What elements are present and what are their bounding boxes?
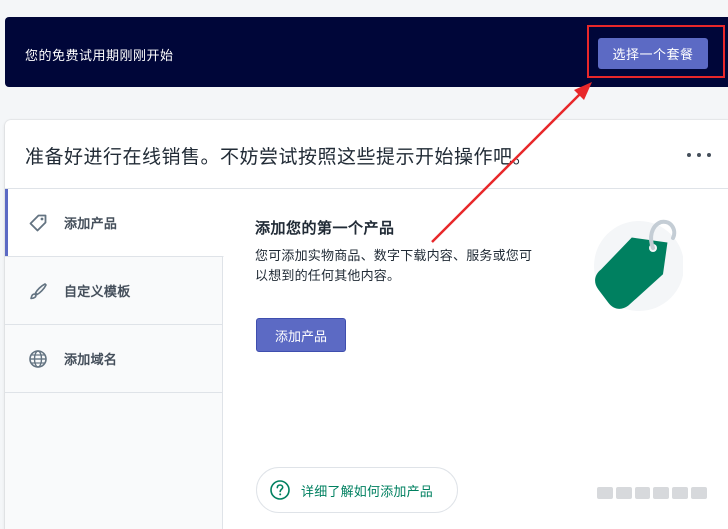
trial-banner: 您的免费试用期刚刚开始 选择一个套餐 [5, 17, 728, 87]
getting-started-card: 准备好进行在线销售。不妨尝试按照这些提示开始操作吧。 添加产品 自定义模板 添加… [5, 120, 728, 529]
tag-icon [27, 212, 49, 234]
brush-icon [27, 280, 49, 302]
more-options-icon[interactable] [687, 148, 711, 162]
content-title: 添加您的第一个产品 [255, 219, 395, 237]
step-label: 添加产品 [64, 217, 118, 232]
question-circle-icon [269, 479, 291, 501]
trial-text: 您的免费试用期刚刚开始 [25, 49, 174, 64]
select-plan-button[interactable]: 选择一个套餐 [598, 38, 708, 69]
step-customize-theme[interactable]: 自定义模板 [5, 257, 223, 325]
step-label: 添加域名 [64, 353, 118, 368]
price-tag-icon [583, 208, 684, 318]
steps-sidebar: 添加产品 自定义模板 添加域名 [5, 189, 224, 529]
step-label: 自定义模板 [64, 285, 131, 300]
content-description: 您可添加实物商品、数字下载内容、服务或您可以想到的任何其他内容。 [255, 249, 533, 284]
learn-more-link[interactable]: 详细了解如何添加产品 [256, 467, 458, 513]
watermark-blur [597, 487, 707, 501]
learn-more-label: 详细了解如何添加产品 [301, 484, 434, 500]
globe-icon [27, 348, 49, 370]
add-product-button[interactable]: 添加产品 [256, 318, 346, 352]
step-add-domain[interactable]: 添加域名 [5, 325, 223, 393]
step-add-product[interactable]: 添加产品 [5, 189, 224, 257]
card-heading: 准备好进行在线销售。不妨尝试按照这些提示开始操作吧。 [25, 146, 533, 168]
